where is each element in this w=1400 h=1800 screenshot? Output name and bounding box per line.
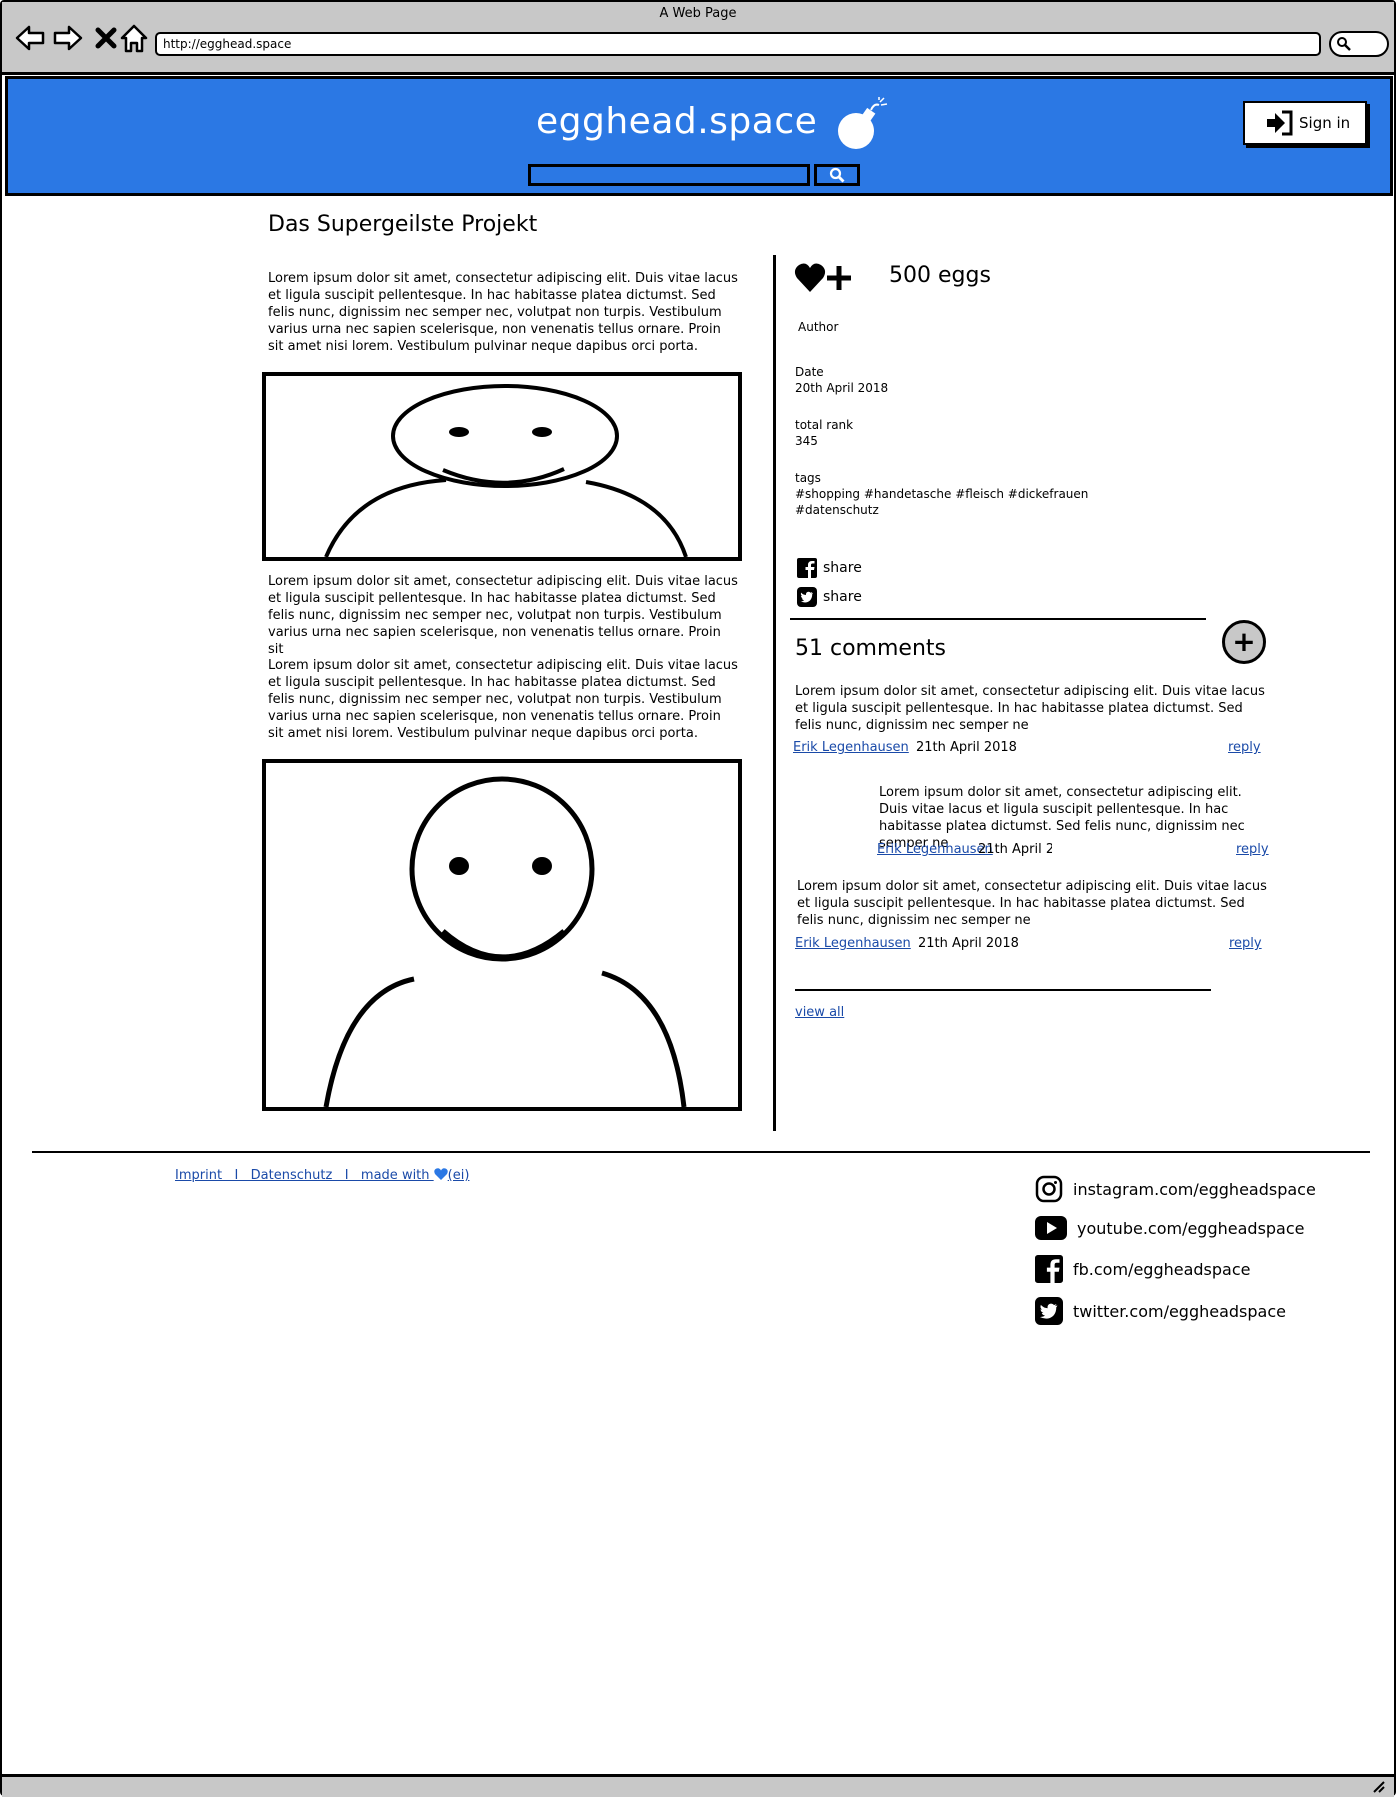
- footer-links[interactable]: Imprint I Datenschutz I made with (ei): [175, 1168, 469, 1183]
- comment-reply-link[interactable]: reply: [1228, 740, 1261, 755]
- comment-text: Lorem ipsum dolor sit amet, consectetur …: [795, 684, 1265, 733]
- add-comment-button[interactable]: +: [1222, 620, 1266, 664]
- date-value: 20th April 2018: [795, 381, 889, 395]
- smiley-placeholder-icon: [324, 384, 688, 557]
- social-instagram[interactable]: instagram.com/eggheadspace: [1035, 1175, 1316, 1203]
- sidebar-divider: [790, 618, 1206, 620]
- twitter-icon: [1035, 1297, 1063, 1325]
- window-title: A Web Page: [659, 6, 737, 21]
- search-icon: [1337, 37, 1351, 51]
- comment-reply-link[interactable]: reply: [1236, 842, 1269, 857]
- home-icon[interactable]: [118, 22, 150, 54]
- signin-icon: [1267, 110, 1293, 136]
- signin-label: Sign in: [1299, 114, 1351, 132]
- social-youtube-label[interactable]: youtube.com/eggheadspace: [1077, 1219, 1305, 1238]
- browser-chrome: A Web Page http://egghead.space: [2, 2, 1394, 75]
- view-all-link[interactable]: view all: [795, 1005, 844, 1020]
- comment-text: Lorem ipsum dolor sit amet, consectetur …: [797, 879, 1267, 928]
- comment-author-link[interactable]: Erik Legenhausen: [795, 936, 911, 951]
- comment-author-link[interactable]: Erik Legenhausen: [793, 740, 909, 755]
- facebook-icon: [797, 558, 817, 578]
- browser-search-field[interactable]: [1329, 31, 1389, 57]
- project-title: Das Supergeilste Projekt: [268, 212, 538, 237]
- facebook-icon: [1035, 1255, 1063, 1283]
- forward-icon[interactable]: [52, 22, 84, 54]
- tags-label: tags: [795, 471, 821, 485]
- footer-links-text[interactable]: Imprint I Datenschutz I made with: [175, 1168, 434, 1183]
- smiley-placeholder-icon: [323, 776, 687, 1107]
- column-divider: [773, 255, 776, 1131]
- comment-date: 21th April 2018: [918, 936, 1019, 951]
- project-paragraph: Lorem ipsum dolor sit amet, consectetur …: [268, 271, 738, 354]
- search-icon: [829, 167, 845, 183]
- share-twitter-label: share: [823, 589, 862, 605]
- heart-icon: [433, 1168, 448, 1180]
- bomb-icon: [838, 97, 888, 149]
- youtube-icon: [1035, 1216, 1067, 1240]
- egg-count: 500 eggs: [889, 263, 991, 288]
- signin-button[interactable]: Sign in: [1243, 101, 1367, 145]
- social-facebook-label[interactable]: fb.com/eggheadspace: [1073, 1260, 1250, 1279]
- project-image: [262, 372, 742, 561]
- share-facebook-button[interactable]: share: [797, 558, 862, 578]
- share-facebook-label: share: [823, 560, 862, 576]
- author-label: Author: [798, 320, 839, 334]
- comments-title: 51 comments: [795, 636, 946, 661]
- date-label: Date: [795, 365, 824, 379]
- social-twitter[interactable]: twitter.com/eggheadspace: [1035, 1297, 1286, 1325]
- footer-divider: [32, 1151, 1370, 1153]
- site-search-button[interactable]: [814, 164, 860, 186]
- share-twitter-button[interactable]: share: [797, 587, 862, 607]
- address-bar[interactable]: http://egghead.space: [155, 32, 1321, 56]
- browser-status-bar: [2, 1774, 1394, 1797]
- social-twitter-label[interactable]: twitter.com/eggheadspace: [1073, 1302, 1286, 1321]
- comment-date: 21th April 2018: [916, 740, 1017, 755]
- twitter-icon: [797, 587, 817, 607]
- footer-links-suffix[interactable]: (ei): [448, 1168, 470, 1183]
- heart-plus-icon[interactable]: [794, 262, 852, 294]
- rank-value: 345: [795, 434, 818, 448]
- instagram-icon: [1035, 1175, 1063, 1203]
- resize-grip-icon[interactable]: [1370, 1779, 1386, 1793]
- project-paragraph: Lorem ipsum dolor sit amet, consectetur …: [268, 658, 738, 741]
- social-youtube[interactable]: youtube.com/eggheadspace: [1035, 1216, 1305, 1240]
- comment-author-link[interactable]: Erik Legenhausen: [877, 842, 993, 857]
- tags-list[interactable]: #shopping #handetasche #fleisch #dickefr…: [795, 487, 1088, 501]
- social-facebook[interactable]: fb.com/eggheadspace: [1035, 1255, 1250, 1283]
- back-icon[interactable]: [14, 22, 46, 54]
- site-header: egghead.space Sign in: [5, 76, 1393, 196]
- site-search-input[interactable]: [528, 164, 810, 186]
- comment-date: 21th April 20: [978, 842, 1052, 857]
- comment-reply-link[interactable]: reply: [1229, 936, 1262, 951]
- comments-divider: [795, 989, 1211, 991]
- add-icon: +: [1232, 625, 1256, 658]
- site-logo[interactable]: egghead.space: [536, 101, 817, 142]
- tags-list[interactable]: #datenschutz: [795, 503, 879, 517]
- rank-label: total rank: [795, 418, 854, 432]
- project-paragraph: Lorem ipsum dolor sit amet, consectetur …: [268, 574, 738, 657]
- social-instagram-label[interactable]: instagram.com/eggheadspace: [1073, 1180, 1316, 1199]
- project-image: [262, 759, 742, 1111]
